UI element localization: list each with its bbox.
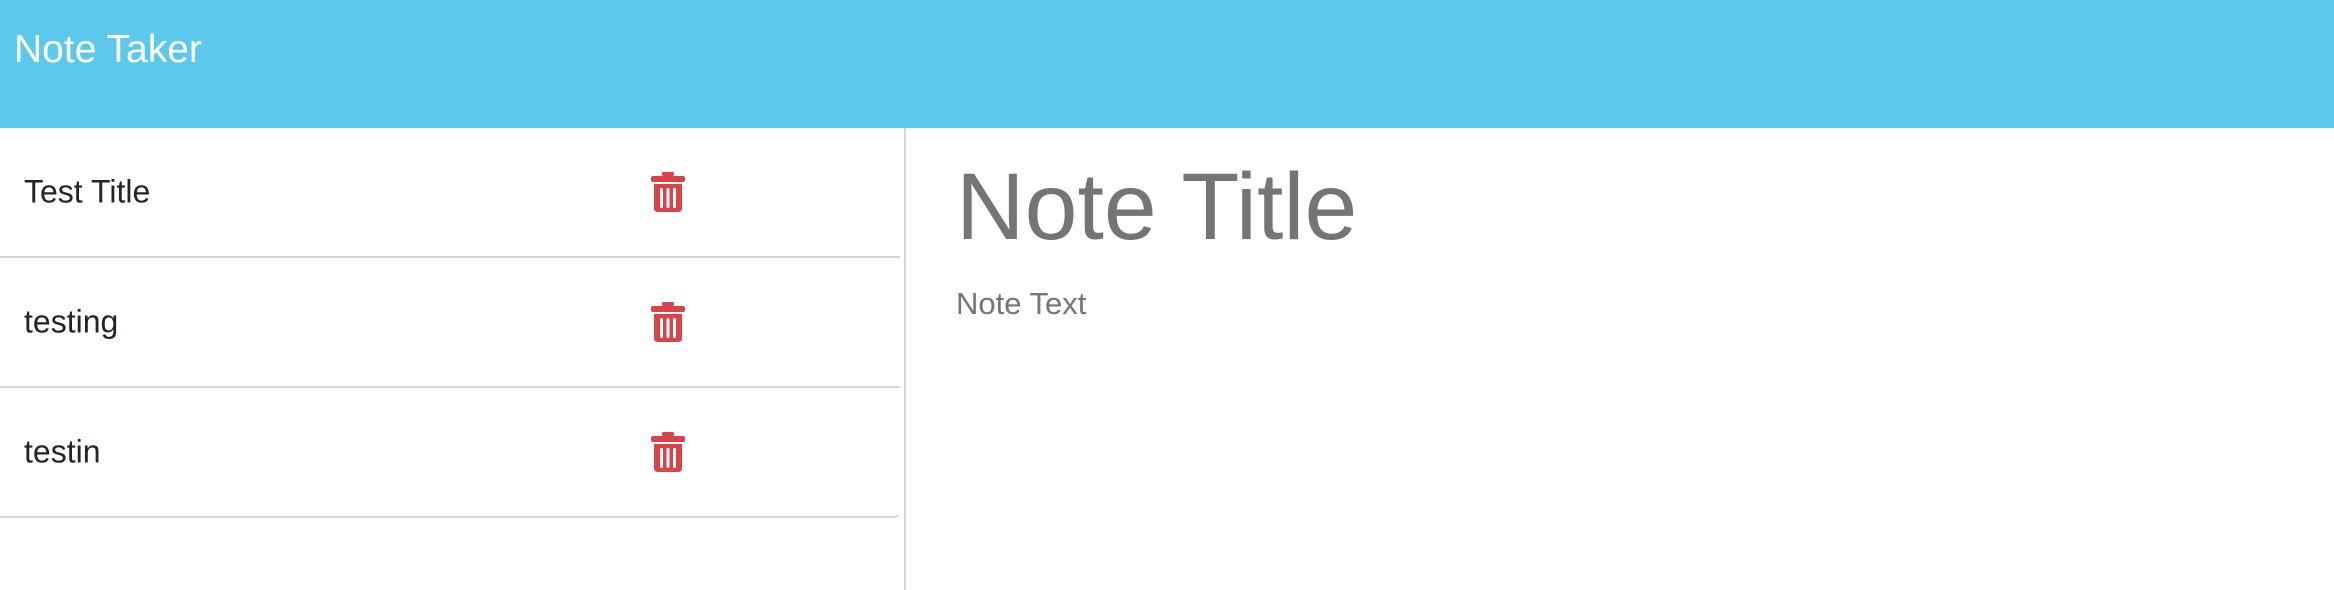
list-item[interactable]: Test Title [0,128,900,256]
list-item[interactable]: testin [0,386,900,516]
note-title-input[interactable] [956,152,2256,262]
trash-icon[interactable] [651,432,685,472]
note-item-title[interactable]: testing [24,304,118,341]
trash-icon[interactable] [651,302,685,342]
note-item-title[interactable]: Test Title [24,174,150,211]
note-item-title[interactable]: testin [24,434,100,471]
note-text-input[interactable] [956,286,2256,566]
trash-icon[interactable] [651,172,685,212]
list-item[interactable]: testing [0,256,900,386]
navbar: Note Taker [0,0,2334,128]
navbar-brand[interactable]: Note Taker [14,26,202,74]
note-list: Test Title testing testin [0,128,900,518]
note-editor [906,128,2334,590]
note-list-panel: Test Title testing testin [0,128,906,590]
